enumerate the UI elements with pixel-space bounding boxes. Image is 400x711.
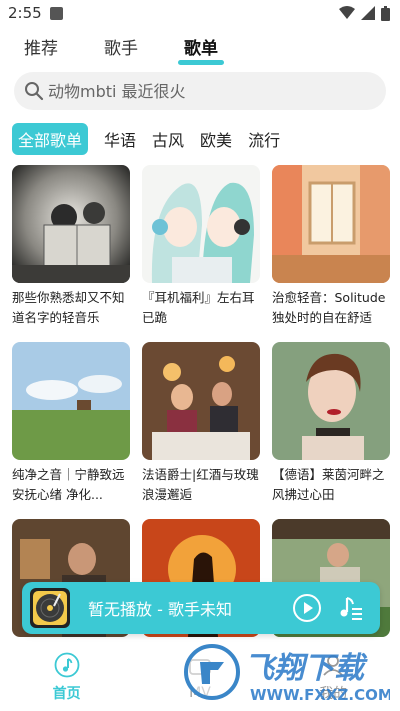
- tab-playlists[interactable]: 歌单: [178, 28, 224, 65]
- category-bar: 全部歌单 华语 古风 欧美 流行: [0, 110, 400, 158]
- category-pop[interactable]: 流行: [248, 127, 280, 151]
- playlist-card[interactable]: 『耳机福利』左右耳已跪: [142, 165, 260, 330]
- wifi-icon: [339, 6, 355, 19]
- mini-player[interactable]: 暂无播放 - 歌手未知: [22, 582, 380, 634]
- playlist-title: 【德语】莱茵河畔之风拂过心田: [272, 467, 385, 502]
- play-icon: [293, 594, 321, 622]
- nav-mine-label: 我的: [319, 685, 348, 702]
- video-icon: [189, 658, 211, 675]
- status-bar: 2:55: [0, 0, 400, 26]
- album-disc-icon[interactable]: [30, 588, 70, 628]
- status-time: 2:55: [8, 4, 42, 22]
- nav-home[interactable]: 首页: [27, 651, 107, 703]
- playlist-title: 治愈轻音：Solitude独处时的自在舒适: [272, 290, 386, 325]
- playlist-cover: [272, 165, 390, 283]
- playlist-card[interactable]: 法语爵士|红酒与玫瑰浪漫邂逅: [142, 342, 260, 507]
- playlist-title: 『耳机福利』左右耳已跪: [142, 290, 255, 325]
- bottom-nav: 首页 MV 我的: [0, 642, 400, 711]
- playlist-cover: [272, 342, 390, 460]
- playlist-card[interactable]: 【德语】莱茵河畔之风拂过心田: [272, 342, 390, 507]
- tab-singers[interactable]: 歌手: [102, 28, 140, 65]
- search-bar[interactable]: [14, 72, 386, 110]
- nav-mv-label: MV: [189, 684, 211, 701]
- category-western[interactable]: 欧美: [200, 127, 232, 151]
- nav-mine[interactable]: 我的: [293, 651, 373, 703]
- playlist-cover: [12, 342, 130, 460]
- play-button[interactable]: [292, 593, 322, 623]
- playlist-cover: [142, 165, 260, 283]
- search-input[interactable]: [48, 81, 348, 101]
- playlist-title: 纯净之音｜宁静致远 安抚心绪 净化...: [12, 467, 125, 502]
- playlist-title: 法语爵士|红酒与玫瑰浪漫邂逅: [142, 467, 259, 502]
- playlist-card[interactable]: 治愈轻音：Solitude独处时的自在舒适: [272, 165, 390, 330]
- category-all[interactable]: 全部歌单: [12, 123, 89, 155]
- playlist-cover: [12, 165, 130, 283]
- user-icon: [323, 654, 343, 676]
- notification-icon: [49, 6, 63, 20]
- music-list-icon: [340, 597, 362, 620]
- search-icon: [25, 82, 44, 101]
- playlist-card[interactable]: 那些你熟悉却又不知道名字的轻音乐: [12, 165, 130, 330]
- tab-recommend[interactable]: 推荐: [22, 28, 60, 65]
- category-chinese[interactable]: 华语: [104, 127, 136, 151]
- top-tabs: 推荐 歌手 歌单: [0, 26, 400, 66]
- playlist-title: 那些你熟悉却又不知道名字的轻音乐: [12, 290, 125, 325]
- battery-icon: [381, 5, 390, 21]
- signal-icon: [361, 6, 375, 20]
- nav-home-label: 首页: [52, 685, 81, 702]
- nav-mv[interactable]: MV: [160, 653, 240, 701]
- music-note-icon: [54, 652, 80, 677]
- playlist-queue-button[interactable]: [336, 593, 366, 623]
- playlist-card[interactable]: 纯净之音｜宁静致远 安抚心绪 净化...: [12, 342, 130, 507]
- category-ancient-style[interactable]: 古风: [152, 127, 184, 151]
- now-playing-text: 暂无播放 - 歌手未知: [88, 600, 232, 619]
- playlist-cover: [142, 342, 260, 460]
